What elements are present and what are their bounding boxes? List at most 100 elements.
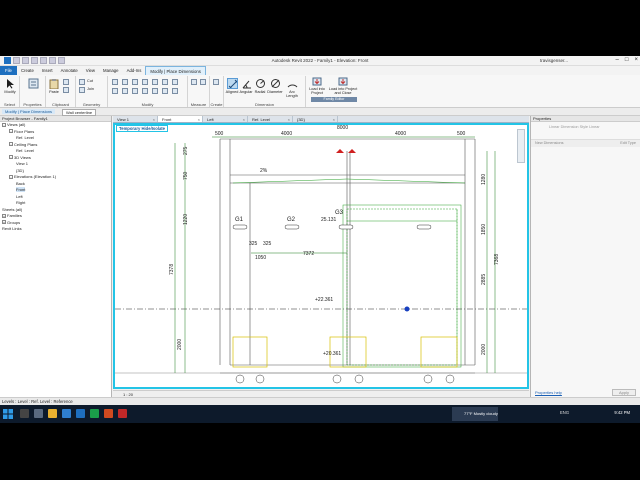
- copy-icon[interactable]: [63, 87, 69, 93]
- edge-icon[interactable]: [62, 409, 71, 418]
- cut-icon[interactable]: [63, 79, 69, 85]
- drawing-canvas[interactable]: 500 4000 4000 500 8000 2% G1 G2 G3 25.13…: [113, 123, 529, 389]
- delete-icon[interactable]: [172, 88, 178, 94]
- offset-icon[interactable]: [122, 79, 128, 85]
- view-tab-left[interactable]: Left ×: [203, 116, 248, 122]
- edit-type-button[interactable]: Edit Type: [620, 141, 636, 146]
- file-explorer-icon[interactable]: [48, 409, 57, 418]
- unpin-icon[interactable]: [162, 88, 168, 94]
- paste-button[interactable]: Paste: [48, 78, 60, 94]
- type-selector[interactable]: Linear Dimension Style Linear: [531, 122, 640, 140]
- create-similar-icon[interactable]: [213, 79, 219, 85]
- close-icon[interactable]: ×: [288, 116, 290, 123]
- close-icon[interactable]: ×: [153, 116, 155, 123]
- clock[interactable]: 9:42 PM: [614, 410, 630, 415]
- cope-icon[interactable]: [79, 79, 85, 85]
- join-button[interactable]: Join: [87, 87, 105, 91]
- level-22361: +22.361: [315, 297, 333, 303]
- load-into-project-close-button[interactable]: Load into Project and Close: [328, 77, 358, 95]
- tab-insert[interactable]: Insert: [38, 66, 57, 75]
- modify-button[interactable]: Modify: [2, 78, 18, 94]
- expand-icon[interactable]: +: [2, 220, 6, 225]
- family-editor-label: Family Editor: [311, 97, 357, 102]
- task-view-icon[interactable]: [34, 409, 43, 418]
- level-20361: +20.361: [323, 351, 341, 357]
- array-icon[interactable]: [142, 88, 148, 94]
- weather-widget[interactable]: 77°F Mostly cloudy: [452, 407, 498, 421]
- measure-element-icon[interactable]: [200, 79, 206, 85]
- measure-distance-icon[interactable]: [191, 79, 197, 85]
- user-name[interactable]: travisgenser...: [540, 58, 568, 63]
- navigation-bar[interactable]: [517, 129, 525, 163]
- move-icon[interactable]: [112, 88, 118, 94]
- tree-item[interactable]: Revit Links: [0, 226, 111, 233]
- split-icon[interactable]: [152, 79, 158, 85]
- view-tab-3d[interactable]: {3D} ×: [293, 116, 338, 122]
- tab-file[interactable]: File: [0, 66, 17, 75]
- maximize-icon[interactable]: □: [625, 57, 629, 63]
- tree-item-label: Ref. Level: [16, 148, 35, 153]
- windows-start-icon[interactable]: [3, 409, 13, 419]
- tab-annotate[interactable]: Annotate: [57, 66, 82, 75]
- gutter-g2-label: G2: [287, 217, 296, 223]
- mirror-draw-icon[interactable]: [142, 79, 148, 85]
- tab-create[interactable]: Create: [17, 66, 38, 75]
- close-icon[interactable]: ×: [634, 57, 638, 63]
- search-icon[interactable]: [20, 409, 29, 418]
- paste-icon: [49, 79, 59, 89]
- view-tab-ref-level[interactable]: Ref. Level ×: [248, 116, 293, 122]
- close-icon[interactable]: ×: [198, 116, 200, 123]
- pdf-icon[interactable]: [118, 409, 127, 418]
- properties-help-link[interactable]: Properties help: [535, 390, 562, 395]
- angular-button[interactable]: Angular: [239, 78, 253, 94]
- language-indicator[interactable]: ENG: [560, 410, 569, 415]
- mirror-axis-icon[interactable]: [132, 79, 138, 85]
- new-dimensions-label[interactable]: New Dimensions: [535, 141, 564, 146]
- close-icon[interactable]: ×: [333, 116, 335, 123]
- excel-icon[interactable]: [90, 409, 99, 418]
- collapse-icon[interactable]: -: [9, 155, 13, 160]
- collapse-icon[interactable]: -: [9, 142, 13, 147]
- tab-modify-place-dimensions[interactable]: Modify | Place Dimensions: [145, 66, 206, 75]
- diameter-button[interactable]: Diameter: [267, 78, 283, 94]
- copy-element-icon[interactable]: [122, 88, 128, 94]
- group-dimension: Aligned Angular Radial Diameter Arc Leng…: [224, 76, 306, 107]
- dim-right-1850: 1850: [481, 224, 487, 235]
- placement-select[interactable]: Wall centerline: [62, 109, 97, 116]
- gutter-g1-label: G1: [235, 217, 244, 223]
- apply-button[interactable]: Apply: [611, 389, 636, 396]
- radial-button[interactable]: Radial: [253, 78, 267, 94]
- aligned-button[interactable]: Aligned: [225, 78, 239, 94]
- load-into-project-button[interactable]: Load into Project: [306, 77, 328, 95]
- collapse-icon[interactable]: -: [9, 129, 13, 134]
- align-icon[interactable]: [112, 79, 118, 85]
- scale-icon[interactable]: [152, 88, 158, 94]
- arc-length-button[interactable]: Arc Length: [284, 78, 300, 98]
- tree-item-label: Families: [7, 213, 22, 218]
- rotate-icon[interactable]: [132, 88, 138, 94]
- view-tab-front[interactable]: Front ×: [158, 116, 203, 122]
- project-browser-tree: - Views (all) - Floor Plans Ref. Level - Ceili…: [0, 122, 111, 233]
- collapse-icon[interactable]: -: [9, 174, 13, 179]
- pin-icon[interactable]: [172, 79, 178, 85]
- properties-button[interactable]: [25, 78, 41, 90]
- expand-icon[interactable]: +: [2, 213, 6, 218]
- group-measure: Measure: [188, 76, 210, 107]
- footings: [235, 374, 455, 384]
- tab-view[interactable]: View: [82, 66, 99, 75]
- powerpoint-icon[interactable]: [104, 409, 113, 418]
- elevation-drawing[interactable]: 500 4000 4000 500 8000 2% G1 G2 G3 25.13…: [115, 125, 527, 387]
- collapse-icon[interactable]: -: [2, 122, 6, 127]
- join-icon[interactable]: [79, 87, 85, 93]
- view-tab-view1[interactable]: View 1 ×: [113, 116, 158, 122]
- tab-manage[interactable]: Manage: [99, 66, 123, 75]
- cut-geometry-button[interactable]: Cut: [87, 79, 105, 83]
- tab-add-ins[interactable]: Add-Ins: [123, 66, 146, 75]
- minimize-icon[interactable]: –: [616, 57, 619, 63]
- load-into-project-close-label: Load into Project and Close: [328, 87, 358, 95]
- close-icon[interactable]: ×: [243, 116, 245, 123]
- angular-dimension-icon: [242, 80, 251, 89]
- revit-taskbar-icon[interactable]: [76, 409, 85, 418]
- trim-icon[interactable]: [162, 79, 168, 85]
- tree-item-label: Revit Links: [2, 226, 22, 231]
